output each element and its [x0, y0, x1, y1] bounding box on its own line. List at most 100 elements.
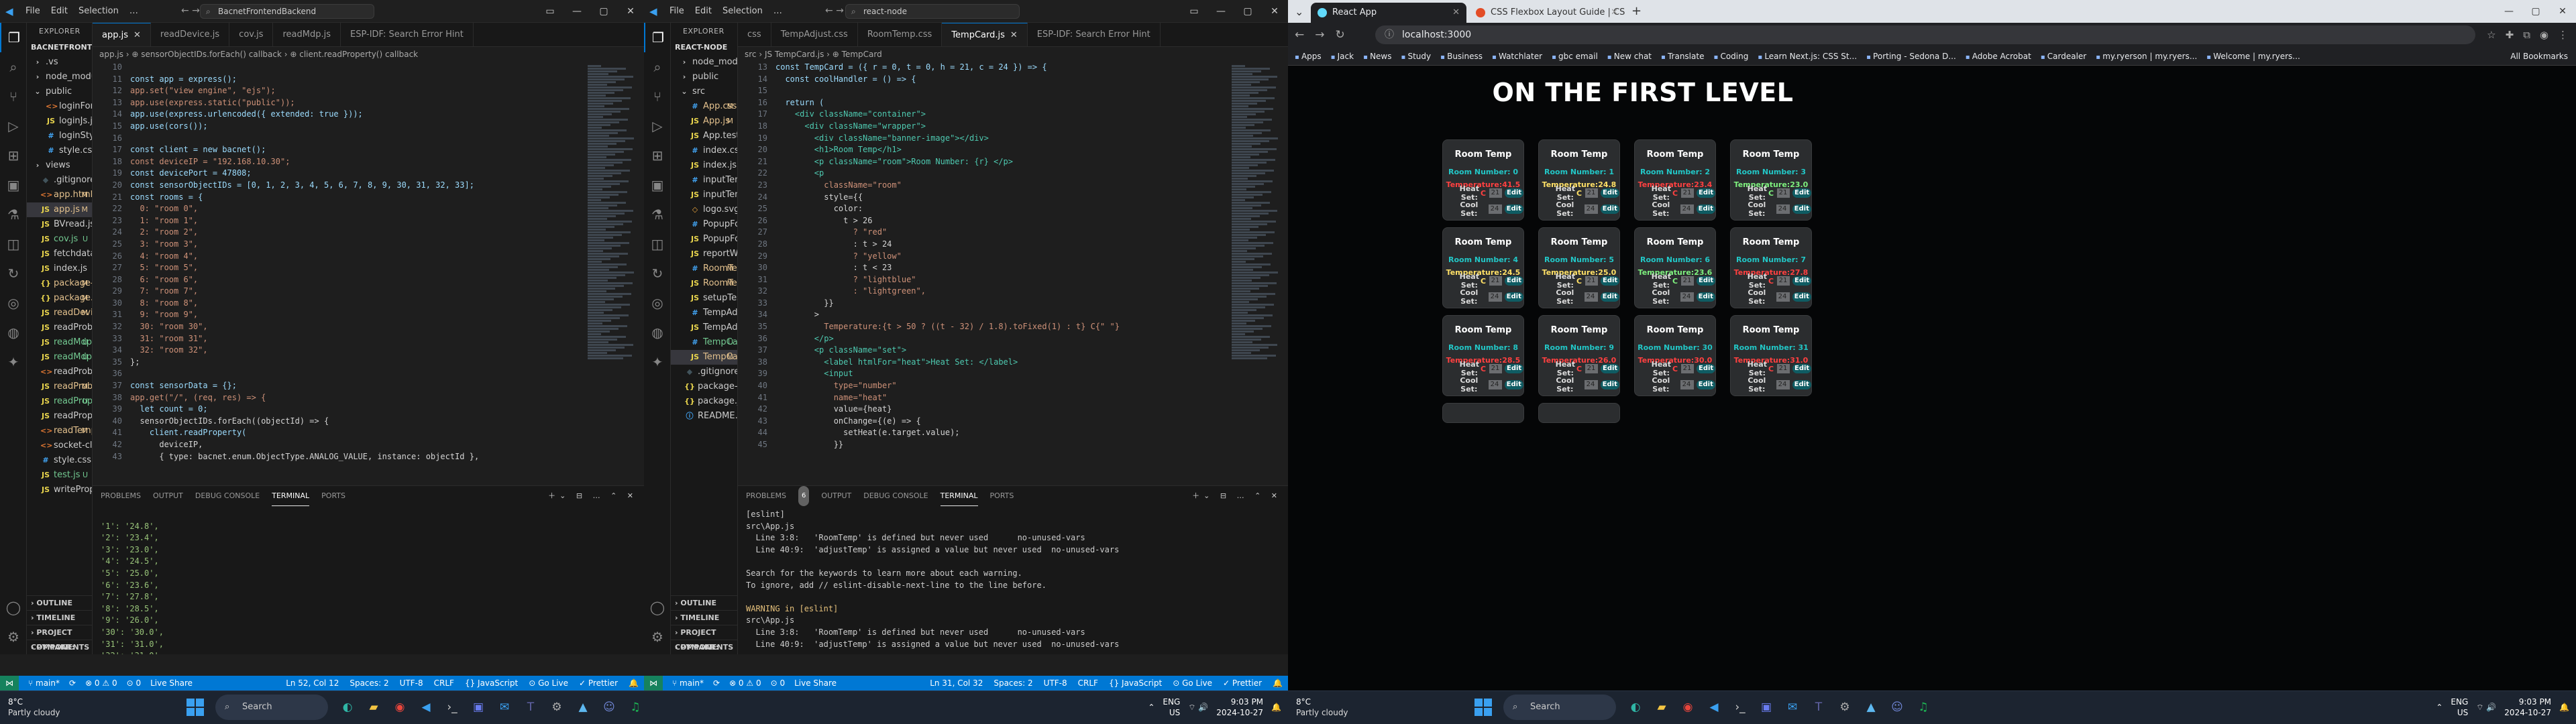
cool-set-input[interactable]: 24	[1680, 292, 1694, 302]
edit-button[interactable]: Edit	[1601, 188, 1619, 198]
mail-icon[interactable]: ✉	[492, 695, 517, 719]
clock[interactable]: 9:03 PM 2024-10-27	[1216, 697, 1263, 718]
edit-button[interactable]: Edit	[1792, 364, 1811, 373]
live-share-icon[interactable]: ↻	[644, 259, 671, 288]
heat-set-input[interactable]: 21	[1680, 364, 1695, 373]
remote-explorer-icon[interactable]: ▣	[644, 170, 671, 200]
menu-item[interactable]: …	[773, 6, 782, 16]
cool-set-input[interactable]: 24	[1680, 380, 1694, 389]
browser-tab[interactable]: React App ✕	[1311, 3, 1466, 23]
photos-icon[interactable]: ▲	[571, 695, 595, 719]
file-tree-item[interactable]: # style.css	[27, 143, 92, 158]
file-tree-item[interactable]: JS readPropertyAsync.js	[27, 409, 92, 424]
menu-item[interactable]: File	[25, 6, 40, 16]
bookmark-item[interactable]: gbc email	[1552, 47, 1598, 65]
menu-item[interactable]: Edit	[51, 6, 68, 16]
settings-icon[interactable]: ⚙	[545, 695, 569, 719]
source-control-icon[interactable]: ⑂	[0, 82, 27, 111]
remote-indicator[interactable]: ⋈	[644, 676, 663, 690]
discord-icon[interactable]: ☺	[1885, 695, 1909, 719]
status-item[interactable]: Spaces: 2	[994, 676, 1032, 690]
address-bar[interactable]: ⓘ localhost:3000	[1375, 25, 2475, 44]
edit-button[interactable]: Edit	[1697, 276, 1715, 286]
editor-tab[interactable]: ESP-IDF: Search Error Hint	[1027, 23, 1161, 46]
bookmark-item[interactable]: Cardealer	[2041, 47, 2086, 65]
edge-icon[interactable]: ◐	[335, 695, 360, 719]
tab-search-icon[interactable]: ⌄	[1295, 5, 1303, 18]
esp-idf-icon[interactable]: ◎	[644, 288, 671, 318]
extension-icon[interactable]: ✚	[2506, 25, 2514, 44]
edit-button[interactable]: Edit	[1792, 204, 1811, 214]
mail-icon[interactable]: ✉	[1780, 695, 1805, 719]
puzzle-icon[interactable]: ⧉	[2523, 25, 2530, 44]
profile-avatar-icon[interactable]: ◉	[2540, 25, 2548, 44]
status-item[interactable]: ⊙ Go Live	[529, 676, 568, 690]
edit-button[interactable]: Edit	[1505, 276, 1523, 286]
file-tree-item[interactable]: ◇ logo.svg	[671, 202, 737, 217]
notification-bell-icon[interactable]: 🔔	[1271, 703, 1281, 712]
heat-set-input[interactable]: 21	[1776, 276, 1790, 286]
edit-button[interactable]: Edit	[1600, 292, 1619, 302]
file-tree-item[interactable]: JSRoomTemp.jsM	[671, 276, 737, 291]
code-editor[interactable]: 10 11 12 13 14 15 16 17 18 19 20 21 22 23 24 25 26 27 28 29…	[93, 62, 644, 485]
panel-tab[interactable]: PORTS	[321, 486, 345, 506]
status-item[interactable]: ⊗ 0 ⚠ 0	[85, 676, 117, 690]
status-item[interactable]: Spaces: 2	[350, 676, 388, 690]
bookmark-star-icon[interactable]: ☆	[2487, 25, 2496, 44]
panel-tab[interactable]: DEBUG CONSOLE	[863, 486, 928, 506]
docker-icon[interactable]: ◫	[644, 229, 671, 259]
status-item[interactable]: {} JavaScript	[465, 676, 518, 690]
teams-icon[interactable]: T	[1807, 695, 1831, 719]
bookmark-item[interactable]: Business	[1440, 47, 1483, 65]
testing-icon[interactable]: ⚗	[0, 200, 27, 229]
file-tree-item[interactable]: JS App.test.js	[671, 129, 737, 143]
bookmark-item[interactable]: Learn Next.js: CSS St...	[1758, 47, 1857, 65]
cool-set-input[interactable]: 24	[1680, 204, 1694, 214]
status-item[interactable]: Live Share	[150, 676, 193, 690]
forward-arrow-icon[interactable]: →	[1315, 25, 1324, 44]
panel-actions[interactable]: ＋⌄ ⊟ … ⌃ ✕	[1192, 486, 1281, 506]
edit-button[interactable]: Edit	[1792, 276, 1811, 286]
code-editor[interactable]: 13 14 15 16 17 18 19 20 21 22 23 24 25 26 27 28 29 30 31 32…	[738, 62, 1288, 485]
minimize-button[interactable]: —	[564, 0, 590, 23]
editor-tab[interactable]: ESP-IDF: Search Error Hint	[341, 23, 474, 46]
file-tree-item[interactable]: JSreadDevice.jsM	[27, 306, 92, 320]
file-tree-item[interactable]: ◆ .gitignore	[27, 173, 92, 188]
collapsed-section[interactable]: › OUTLINE	[671, 595, 737, 610]
cool-set-input[interactable]: 24	[1488, 380, 1502, 389]
status-item[interactable]: ⑂ main*	[28, 676, 60, 690]
minimize-button[interactable]: —	[2496, 0, 2522, 23]
store-icon[interactable]: ▣	[1754, 695, 1778, 719]
start-icon[interactable]	[186, 699, 204, 716]
file-tree-item[interactable]: JS App.js M	[671, 114, 737, 129]
file-tree-item[interactable]: ⌄ src	[671, 84, 737, 99]
remote-explorer-icon[interactable]: ▣	[0, 170, 27, 200]
panel-tab[interactable]: OUTPUT	[153, 486, 183, 506]
explorer-icon[interactable]: ❐	[644, 23, 671, 52]
pymakr-icon[interactable]: ✦	[0, 347, 27, 377]
bookmark-item[interactable]: Study	[1401, 47, 1431, 65]
edit-button[interactable]: Edit	[1601, 276, 1619, 286]
account-icon[interactable]: ◯	[0, 593, 27, 622]
file-tree-item[interactable]: JS readProbyId.js	[27, 320, 92, 335]
file-tree-item[interactable]: JS cov.js U	[27, 232, 92, 247]
cool-set-input[interactable]: 24	[1488, 292, 1502, 302]
menu-kebab-icon[interactable]: ⋮	[2558, 25, 2568, 44]
file-tree-item[interactable]: # TempAdjust.css	[671, 306, 737, 320]
maximize-button[interactable]: ▢	[2522, 0, 2549, 23]
bookmark-item[interactable]: Watchlater	[1492, 47, 1542, 65]
command-center-search[interactable]: ⌕ BacnetFrontendBackend	[200, 4, 374, 19]
status-item[interactable]: ⊗ 0 ⚠ 0	[729, 676, 761, 690]
file-tree-item[interactable]: JS inputTemp.js	[671, 188, 737, 202]
editor-tab[interactable]: readDevice.js	[150, 23, 230, 46]
terminal-output[interactable]: '1': '24.8', '2': '23.4', '3': '23.0', '4':…	[93, 506, 644, 654]
editor-tab[interactable]: TempCard.js ✕	[942, 23, 1028, 46]
manage-gear-icon[interactable]: ⚙	[0, 622, 27, 652]
vscode-icon[interactable]: ◀	[414, 695, 438, 719]
collapsed-section[interactable]: › PROJECT COMPONENTS	[671, 625, 737, 652]
minimap[interactable]	[1232, 64, 1279, 467]
bookmark-item[interactable]: Welcome | my.ryers...	[2206, 47, 2300, 65]
editor-tab[interactable]: css	[738, 23, 771, 46]
all-bookmarks[interactable]: All Bookmarks	[2510, 47, 2568, 65]
language-indicator[interactable]: ENG US	[2451, 697, 2468, 718]
